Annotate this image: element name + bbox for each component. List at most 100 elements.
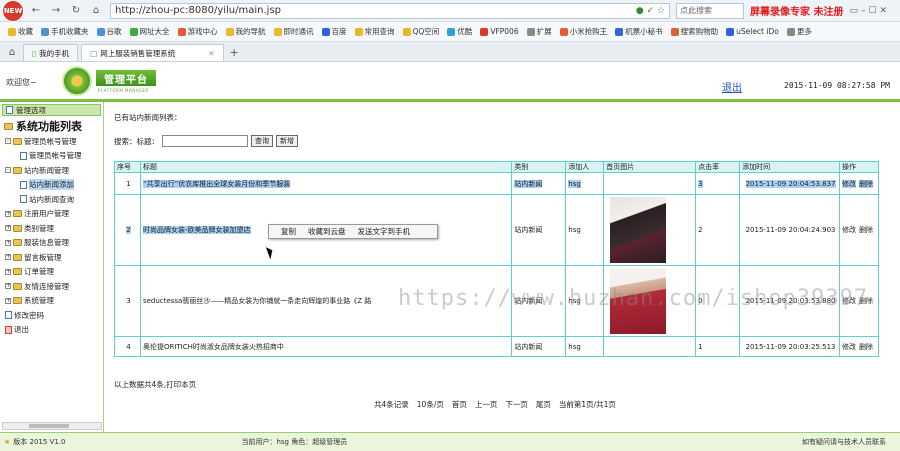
bookmark-icon bbox=[526, 27, 535, 36]
news-title-link[interactable]: “共享出行”优衣库推出全球女装月份和季节服装 bbox=[142, 179, 291, 188]
sidebar: 管理选项 系统功能列表 - 管理员帐号管理 管理员帐号管理 - 站内新闻管理 站内新闻添加… bbox=[0, 102, 104, 432]
edit-link[interactable]: 修改 bbox=[842, 179, 856, 188]
bookmark-item[interactable]: 机票小秘书 bbox=[615, 26, 663, 37]
sidebar-item[interactable]: - 站内新闻管理 bbox=[0, 163, 103, 178]
sidebar-item-label: 站内新闻添加 bbox=[29, 179, 74, 191]
sidebar-item[interactable]: 管理员帐号管理 bbox=[0, 149, 103, 164]
edit-link[interactable]: 修改 bbox=[842, 226, 856, 234]
bookmark-item[interactable]: 优酷 bbox=[447, 26, 472, 37]
document-icon bbox=[20, 195, 27, 204]
bookmark-item[interactable]: 网址大全 bbox=[129, 26, 170, 37]
version-text: 版本 2015 V1.0 bbox=[13, 438, 66, 446]
sidebar-item[interactable]: + 系统管理 bbox=[0, 294, 103, 309]
bookmark-item[interactable]: 常用查询 bbox=[354, 26, 395, 37]
bookmark-item[interactable]: 我的导航 bbox=[225, 26, 266, 37]
expand-icon[interactable]: + bbox=[5, 268, 11, 275]
tab-mobile[interactable]: ▯ 我的手机 bbox=[23, 44, 79, 61]
sidebar-scrollbar[interactable] bbox=[2, 422, 102, 430]
sidebar-item-label: 站内新闻管理 bbox=[24, 165, 69, 175]
sidebar-item[interactable]: + 订单管理 bbox=[0, 265, 103, 280]
delete-link[interactable]: 删除 bbox=[859, 226, 873, 234]
expand-icon[interactable]: + bbox=[5, 283, 11, 290]
search-label: 搜索：标题： bbox=[114, 136, 159, 146]
context-menu-item[interactable]: 收藏到云盘 bbox=[308, 226, 346, 237]
sidebar-item[interactable]: 退出 bbox=[0, 323, 103, 338]
pager-item[interactable]: 下一页 bbox=[505, 399, 528, 410]
sidebar-item[interactable]: - 管理员帐号管理 bbox=[0, 134, 103, 149]
bookmark-item[interactable]: uSelect iDo bbox=[726, 27, 779, 36]
expand-icon[interactable]: + bbox=[5, 239, 11, 246]
add-button[interactable]: 新增 bbox=[276, 135, 298, 147]
pager-item[interactable]: 首页 bbox=[452, 399, 467, 410]
sidebar-item[interactable]: + 注册用户管理 bbox=[0, 207, 103, 222]
context-menu-item[interactable]: 发送文字到手机 bbox=[358, 226, 411, 237]
sidebar-item[interactable]: 站内新闻添加 bbox=[0, 178, 103, 193]
contact-text: 如有疑问请与技术人员联系 bbox=[802, 438, 886, 446]
click-count: 1 bbox=[698, 342, 703, 351]
bookmark-icon bbox=[321, 27, 330, 36]
home-tab-icon[interactable]: ⌂ bbox=[4, 47, 20, 58]
logout-link[interactable]: 退出 bbox=[722, 79, 742, 94]
bookmark-icon bbox=[559, 27, 568, 36]
news-table: 序号 标题 类别 添加人 首页图片 点击率 添加时间 操作 1 “共享出行”优衣库推出全球女装月… bbox=[114, 161, 879, 357]
expand-icon[interactable]: + bbox=[5, 254, 11, 261]
column-header: 添加人 bbox=[565, 161, 605, 173]
sidebar-item[interactable]: 修改密码 bbox=[0, 308, 103, 323]
delete-link[interactable]: 删除 bbox=[859, 343, 873, 351]
tab-admin-system[interactable]: □ 网上服装销售管理系统 ✕ bbox=[81, 44, 224, 61]
query-button[interactable]: 查询 bbox=[251, 135, 273, 147]
bookmark-item[interactable]: 即时通讯 bbox=[273, 26, 314, 37]
url-bar[interactable]: http://zhou-pc:8080/yilu/main.jsp ● ✓ ☆ bbox=[110, 2, 670, 19]
bookmark-item[interactable]: VFP006 bbox=[480, 27, 519, 36]
sidebar-item[interactable]: + 类别管理 bbox=[0, 221, 103, 236]
sidebar-item-label: 订单管理 bbox=[24, 267, 54, 277]
sidebar-item[interactable]: + 服装信息管理 bbox=[0, 236, 103, 251]
news-title-link[interactable]: 时尚品牌女装-欧美品牌女装加盟店 bbox=[142, 226, 251, 234]
bookmark-item[interactable]: 更多 bbox=[786, 26, 812, 37]
expand-icon[interactable]: + bbox=[5, 210, 11, 217]
forward-icon[interactable]: → bbox=[48, 5, 64, 16]
bookmark-icon bbox=[41, 27, 49, 36]
bookmark-item[interactable]: 搜索购物助 bbox=[670, 26, 718, 37]
edit-link[interactable]: 修改 bbox=[842, 343, 856, 351]
sidebar-item[interactable]: + 留言板管理 bbox=[0, 250, 103, 265]
bookmark-item[interactable]: 手机收藏夹 bbox=[41, 26, 89, 37]
expand-icon[interactable]: - bbox=[5, 167, 11, 174]
sidebar-item[interactable]: 站内新闻查询 bbox=[0, 192, 103, 207]
window-controls-icon[interactable]: ▭–☐✕ bbox=[849, 6, 890, 16]
expand-icon[interactable]: + bbox=[5, 225, 11, 232]
bookmark-label: 网址大全 bbox=[139, 27, 170, 36]
pager-item[interactable]: 尾页 bbox=[536, 399, 551, 410]
bookmark-label: 手机收藏夹 bbox=[51, 27, 89, 36]
context-menu-item[interactable]: 复制 bbox=[281, 226, 296, 237]
news-title-link[interactable]: seductessa翡丽丝沙——精品女装为你铺就一条走向辉煌的事业路《Z 路 bbox=[143, 297, 371, 305]
bookmark-item[interactable]: 收藏 bbox=[8, 26, 33, 37]
expand-icon[interactable]: - bbox=[5, 138, 11, 145]
url-status-icons[interactable]: ● ✓ ☆ bbox=[636, 6, 665, 16]
bookmark-item[interactable]: 扩展 bbox=[526, 26, 552, 37]
close-icon[interactable]: ✕ bbox=[208, 49, 214, 58]
bookmark-label: 常用查询 bbox=[364, 27, 395, 36]
bookmark-item[interactable]: 谷歌 bbox=[96, 26, 122, 37]
browser-search-input[interactable]: 点此搜索 bbox=[676, 2, 744, 19]
sidebar-item[interactable]: + 友情连接管理 bbox=[0, 279, 103, 294]
new-tab-icon[interactable]: + bbox=[230, 46, 239, 61]
bookmark-item[interactable]: 游戏中心 bbox=[177, 26, 218, 37]
row-number: 3 bbox=[126, 297, 131, 305]
reload-icon[interactable]: ↻ bbox=[68, 5, 84, 16]
home-icon[interactable]: ⌂ bbox=[88, 5, 104, 16]
bookmark-icon bbox=[354, 27, 363, 36]
title-search-input[interactable] bbox=[162, 135, 248, 147]
pager-item: 10条/页 bbox=[416, 400, 444, 409]
news-title-link[interactable]: 奥伦提ORITICH时尚淑女品牌女装火热招商中 bbox=[143, 343, 284, 351]
bookmark-item[interactable]: 小米抢购王 bbox=[559, 26, 607, 37]
expand-icon[interactable]: + bbox=[5, 297, 11, 304]
sidebar-item-label: 友情连接管理 bbox=[24, 281, 69, 291]
back-icon[interactable]: ← bbox=[28, 5, 44, 16]
sidebar-item-label: 系统管理 bbox=[24, 296, 54, 306]
delete-link[interactable]: 删除 bbox=[859, 179, 873, 188]
row-number: 4 bbox=[126, 342, 131, 351]
bookmark-item[interactable]: QQ空间 bbox=[402, 26, 439, 37]
bookmark-item[interactable]: 百度 bbox=[321, 26, 347, 37]
pager-item[interactable]: 上一页 bbox=[475, 399, 498, 410]
